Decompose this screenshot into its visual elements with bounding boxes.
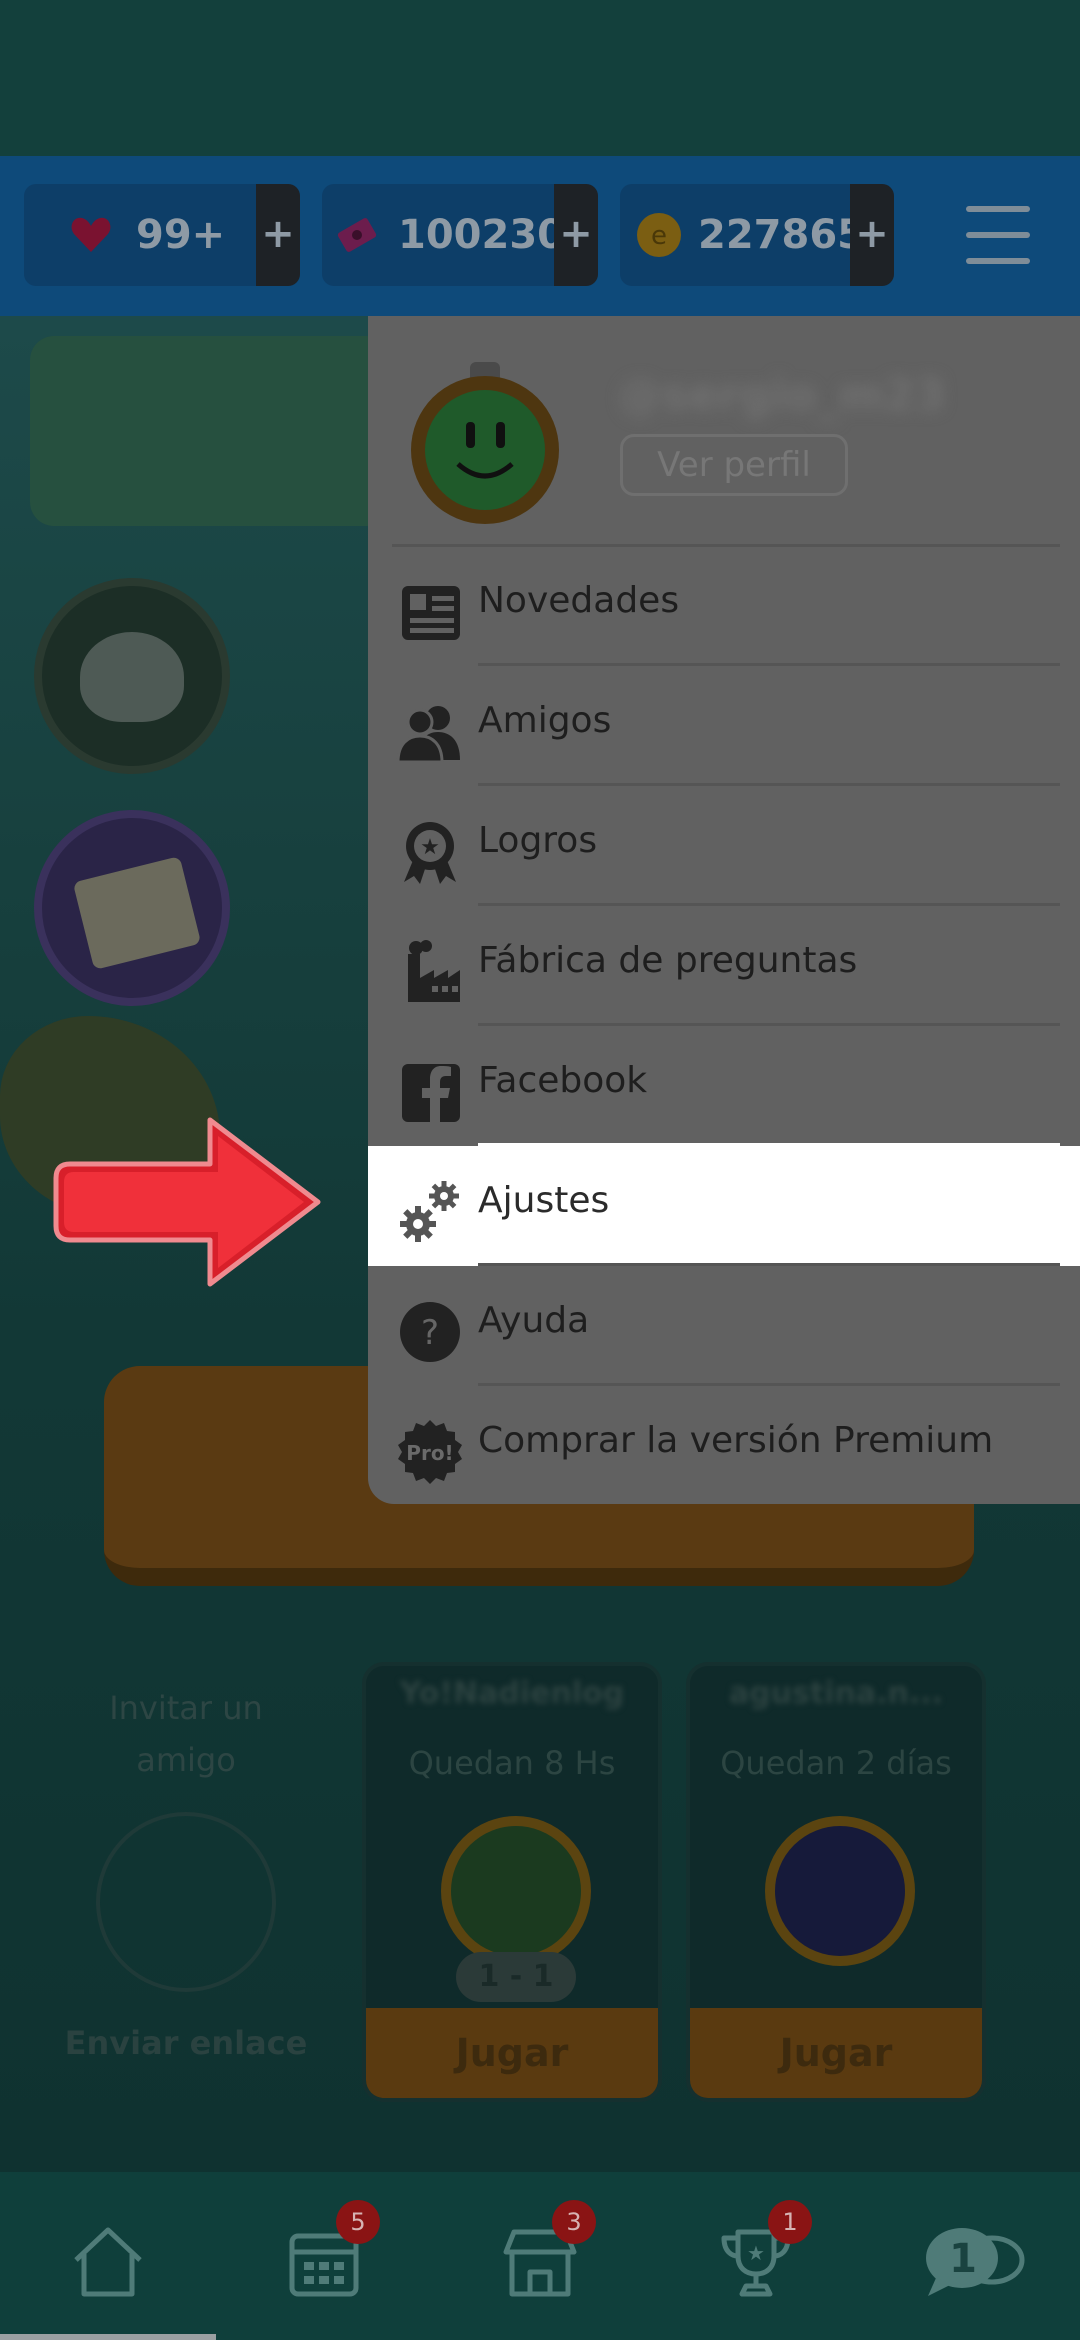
menu-item-comprar-premium[interactable]: Pro! Comprar la versión Premium (368, 1386, 1080, 1504)
challenge-score: 1 - 1 (456, 1952, 576, 2002)
friends-icon (396, 706, 460, 764)
svg-text:★: ★ (420, 835, 440, 860)
play-challenge-button: Jugar (690, 2008, 982, 2098)
add-friend-icon (96, 1812, 276, 1992)
play-challenge-button: Jugar (366, 2008, 658, 2098)
send-link-button: Enviar enlace (64, 2024, 308, 2062)
status-bar-area (0, 0, 1080, 156)
home-icon[interactable] (68, 2222, 148, 2302)
opponent-avatar (441, 1816, 591, 1966)
ticket-icon (337, 218, 377, 252)
newspaper-icon (402, 586, 460, 640)
menu-label: Ayuda (478, 1300, 590, 1341)
calendar-icon[interactable]: 5 (284, 2200, 380, 2302)
shop-icon[interactable]: 3 (500, 2200, 596, 2302)
menu-label: Amigos (478, 700, 612, 741)
tickets-counter[interactable]: 100230 + (322, 184, 598, 286)
coins-value: 227865 (698, 212, 865, 258)
facebook-icon (402, 1064, 460, 1122)
coins-counter[interactable]: e 227865 + (620, 184, 894, 286)
menu-label: Novedades (478, 580, 680, 621)
menu-item-novedades[interactable]: Novedades (368, 546, 1080, 666)
menu-label: Facebook (478, 1060, 648, 1101)
tickets-value: 100230 (398, 212, 565, 258)
pro-badge-icon: Pro! (398, 1420, 462, 1484)
medal-icon: ★ (404, 822, 456, 884)
svg-text:★: ★ (747, 2241, 765, 2265)
factory-icon (408, 940, 460, 1002)
menu-label: Ajustes (478, 1180, 610, 1221)
add-lives-button[interactable]: + (256, 184, 300, 286)
event-banner (30, 336, 390, 526)
invite-friend-card: Invitar un amigo Enviar enlace (36, 1662, 336, 2102)
profile-avatar[interactable] (402, 360, 568, 526)
add-tickets-button[interactable]: + (554, 184, 598, 286)
trophy-badge: 1 (768, 2200, 812, 2244)
heart-icon (71, 217, 111, 252)
add-coins-button[interactable]: + (850, 184, 894, 286)
side-drawer-menu: @sergio_m23 Ver perfil Novedades Amigos … (368, 316, 1080, 1504)
calendar-badge: 5 (336, 2200, 380, 2244)
challenge-opponent: agustina.n... (728, 1676, 944, 1711)
home-indicator (0, 2334, 216, 2340)
menu-label: Comprar la versión Premium (478, 1420, 994, 1461)
menu-label: Fábrica de preguntas (478, 940, 858, 981)
menu-item-ayuda[interactable]: ? Ayuda (368, 1266, 1080, 1386)
view-profile-button[interactable]: Ver perfil (620, 434, 848, 496)
invite-label: Invitar un amigo (109, 1689, 263, 1779)
menu-item-fabrica-de-preguntas[interactable]: Fábrica de preguntas (368, 906, 1080, 1026)
challenges-row: Invitar un amigo Enviar enlace Yo!Nadien… (36, 1662, 1080, 2102)
bottom-navigation: 5 3 ★ 1 1 (0, 2172, 1080, 2340)
lives-counter[interactable]: 99+ + (24, 184, 300, 286)
gears-icon (400, 1181, 459, 1242)
menu-item-ajustes[interactable]: Ajustes (368, 1146, 1080, 1266)
red-arrow-pointer (53, 1117, 321, 1287)
challenge-time-left: Quedan 2 días (720, 1744, 952, 1782)
menu-item-amigos[interactable]: Amigos (368, 666, 1080, 786)
hamburger-menu-icon[interactable] (966, 206, 1030, 266)
challenge-card: Yo!Nadienlog Quedan 8 Hs 1 - 1 Jugar (362, 1662, 662, 2102)
cards-event-button (34, 810, 230, 1006)
pirate-event-button (34, 578, 230, 774)
lives-value: 99+ (136, 212, 226, 258)
opponent-avatar (765, 1816, 915, 1966)
svg-text:?: ? (421, 1313, 439, 1353)
profile-header: @sergio_m23 Ver perfil (368, 316, 1080, 547)
svg-text:Pro!: Pro! (406, 1441, 453, 1465)
menu-item-facebook[interactable]: Facebook (368, 1026, 1080, 1146)
shop-badge: 3 (552, 2200, 596, 2244)
currency-bar: 99+ + 100230 + e 227865 + (0, 156, 1080, 316)
menu-label: Logros (478, 820, 598, 861)
challenge-time-left: Quedan 8 Hs (408, 1744, 616, 1782)
chat-icon[interactable]: 1 (920, 2222, 1030, 2302)
challenge-card: agustina.n... Quedan 2 días Jugar (686, 1662, 986, 2102)
menu-item-logros[interactable]: ★ Logros (368, 786, 1080, 906)
help-icon: ? (400, 1302, 460, 1362)
coin-icon: e (637, 213, 681, 257)
chat-count: 1 (949, 2236, 977, 2282)
trophy-icon[interactable]: ★ 1 (716, 2200, 812, 2302)
challenge-opponent: Yo!Nadienlog (399, 1676, 625, 1711)
svg-text:e: e (651, 221, 667, 251)
username: @sergio_m23 (618, 370, 946, 421)
